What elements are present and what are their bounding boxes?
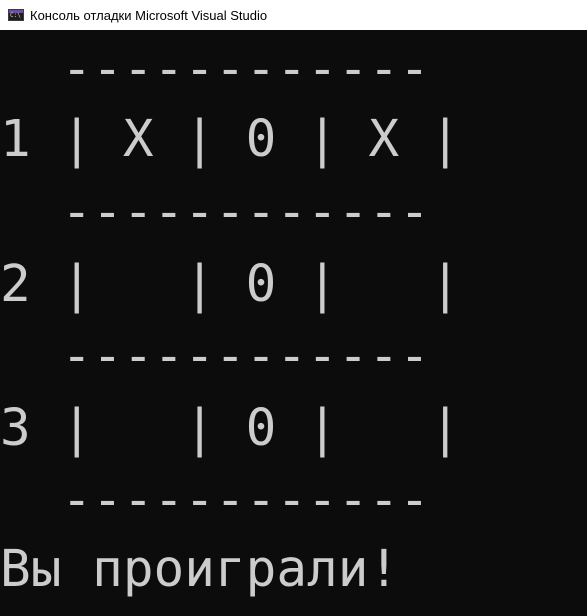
console-window: Консоль отладки Microsoft Visual Studio … [0, 0, 587, 616]
board-separator-1: ------------ [0, 183, 430, 242]
board-row-2: 2 | | 0 | | [0, 255, 461, 314]
console-output[interactable]: ------------ 1 | X | 0 | X | -----------… [0, 30, 587, 616]
window-title: Консоль отладки Microsoft Visual Studio [30, 7, 268, 23]
console-app-icon [8, 9, 24, 21]
game-result-message: Вы проиграли! [0, 540, 400, 599]
board-row-1: 1 | X | 0 | X | [0, 110, 461, 169]
board-separator-bottom: ------------ [0, 471, 430, 530]
board-separator-2: ------------ [0, 327, 430, 386]
board-row-3: 3 | | 0 | | [0, 399, 461, 458]
board-separator-top: ------------ [0, 40, 430, 99]
title-bar[interactable]: Консоль отладки Microsoft Visual Studio [0, 0, 587, 30]
